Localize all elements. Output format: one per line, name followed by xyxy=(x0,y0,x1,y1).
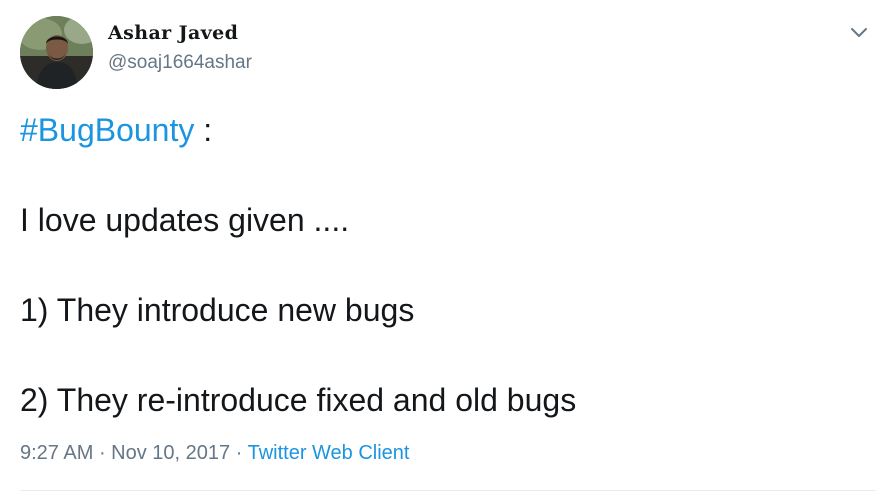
hashtag-link[interactable]: #BugBounty xyxy=(20,112,194,148)
avatar-image xyxy=(20,16,93,89)
tweet-text: #BugBounty : I love updates given .... 1… xyxy=(20,108,870,423)
tweet-card: Ashar Javed @soaj1664ashar #BugBounty : … xyxy=(0,0,896,497)
tweet-date[interactable]: Nov 10, 2017 xyxy=(111,442,230,464)
tweet-line-hashtag: #BugBounty : xyxy=(20,108,870,153)
tweet-line-3: 2) They re-introduce fixed and old bugs xyxy=(20,382,577,418)
divider xyxy=(20,490,876,491)
tweet-line-1: I love updates given .... xyxy=(20,202,350,238)
meta-separator: · xyxy=(93,442,112,464)
tweet-time[interactable]: 9:27 AM xyxy=(20,442,93,464)
meta-separator: · xyxy=(230,442,248,464)
tweet-meta: 9:27 AM · Nov 10, 2017 · Twitter Web Cli… xyxy=(20,442,409,465)
avatar[interactable] xyxy=(20,16,93,89)
tweet-source-link[interactable]: Twitter Web Client xyxy=(248,442,410,464)
hashtag-suffix: : xyxy=(194,112,213,148)
tweet-line-2: 1) They introduce new bugs xyxy=(20,292,415,328)
user-handle[interactable]: @soaj1664ashar xyxy=(108,52,252,74)
chevron-down-icon[interactable] xyxy=(846,20,872,46)
user-name[interactable]: Ashar Javed xyxy=(108,22,238,44)
